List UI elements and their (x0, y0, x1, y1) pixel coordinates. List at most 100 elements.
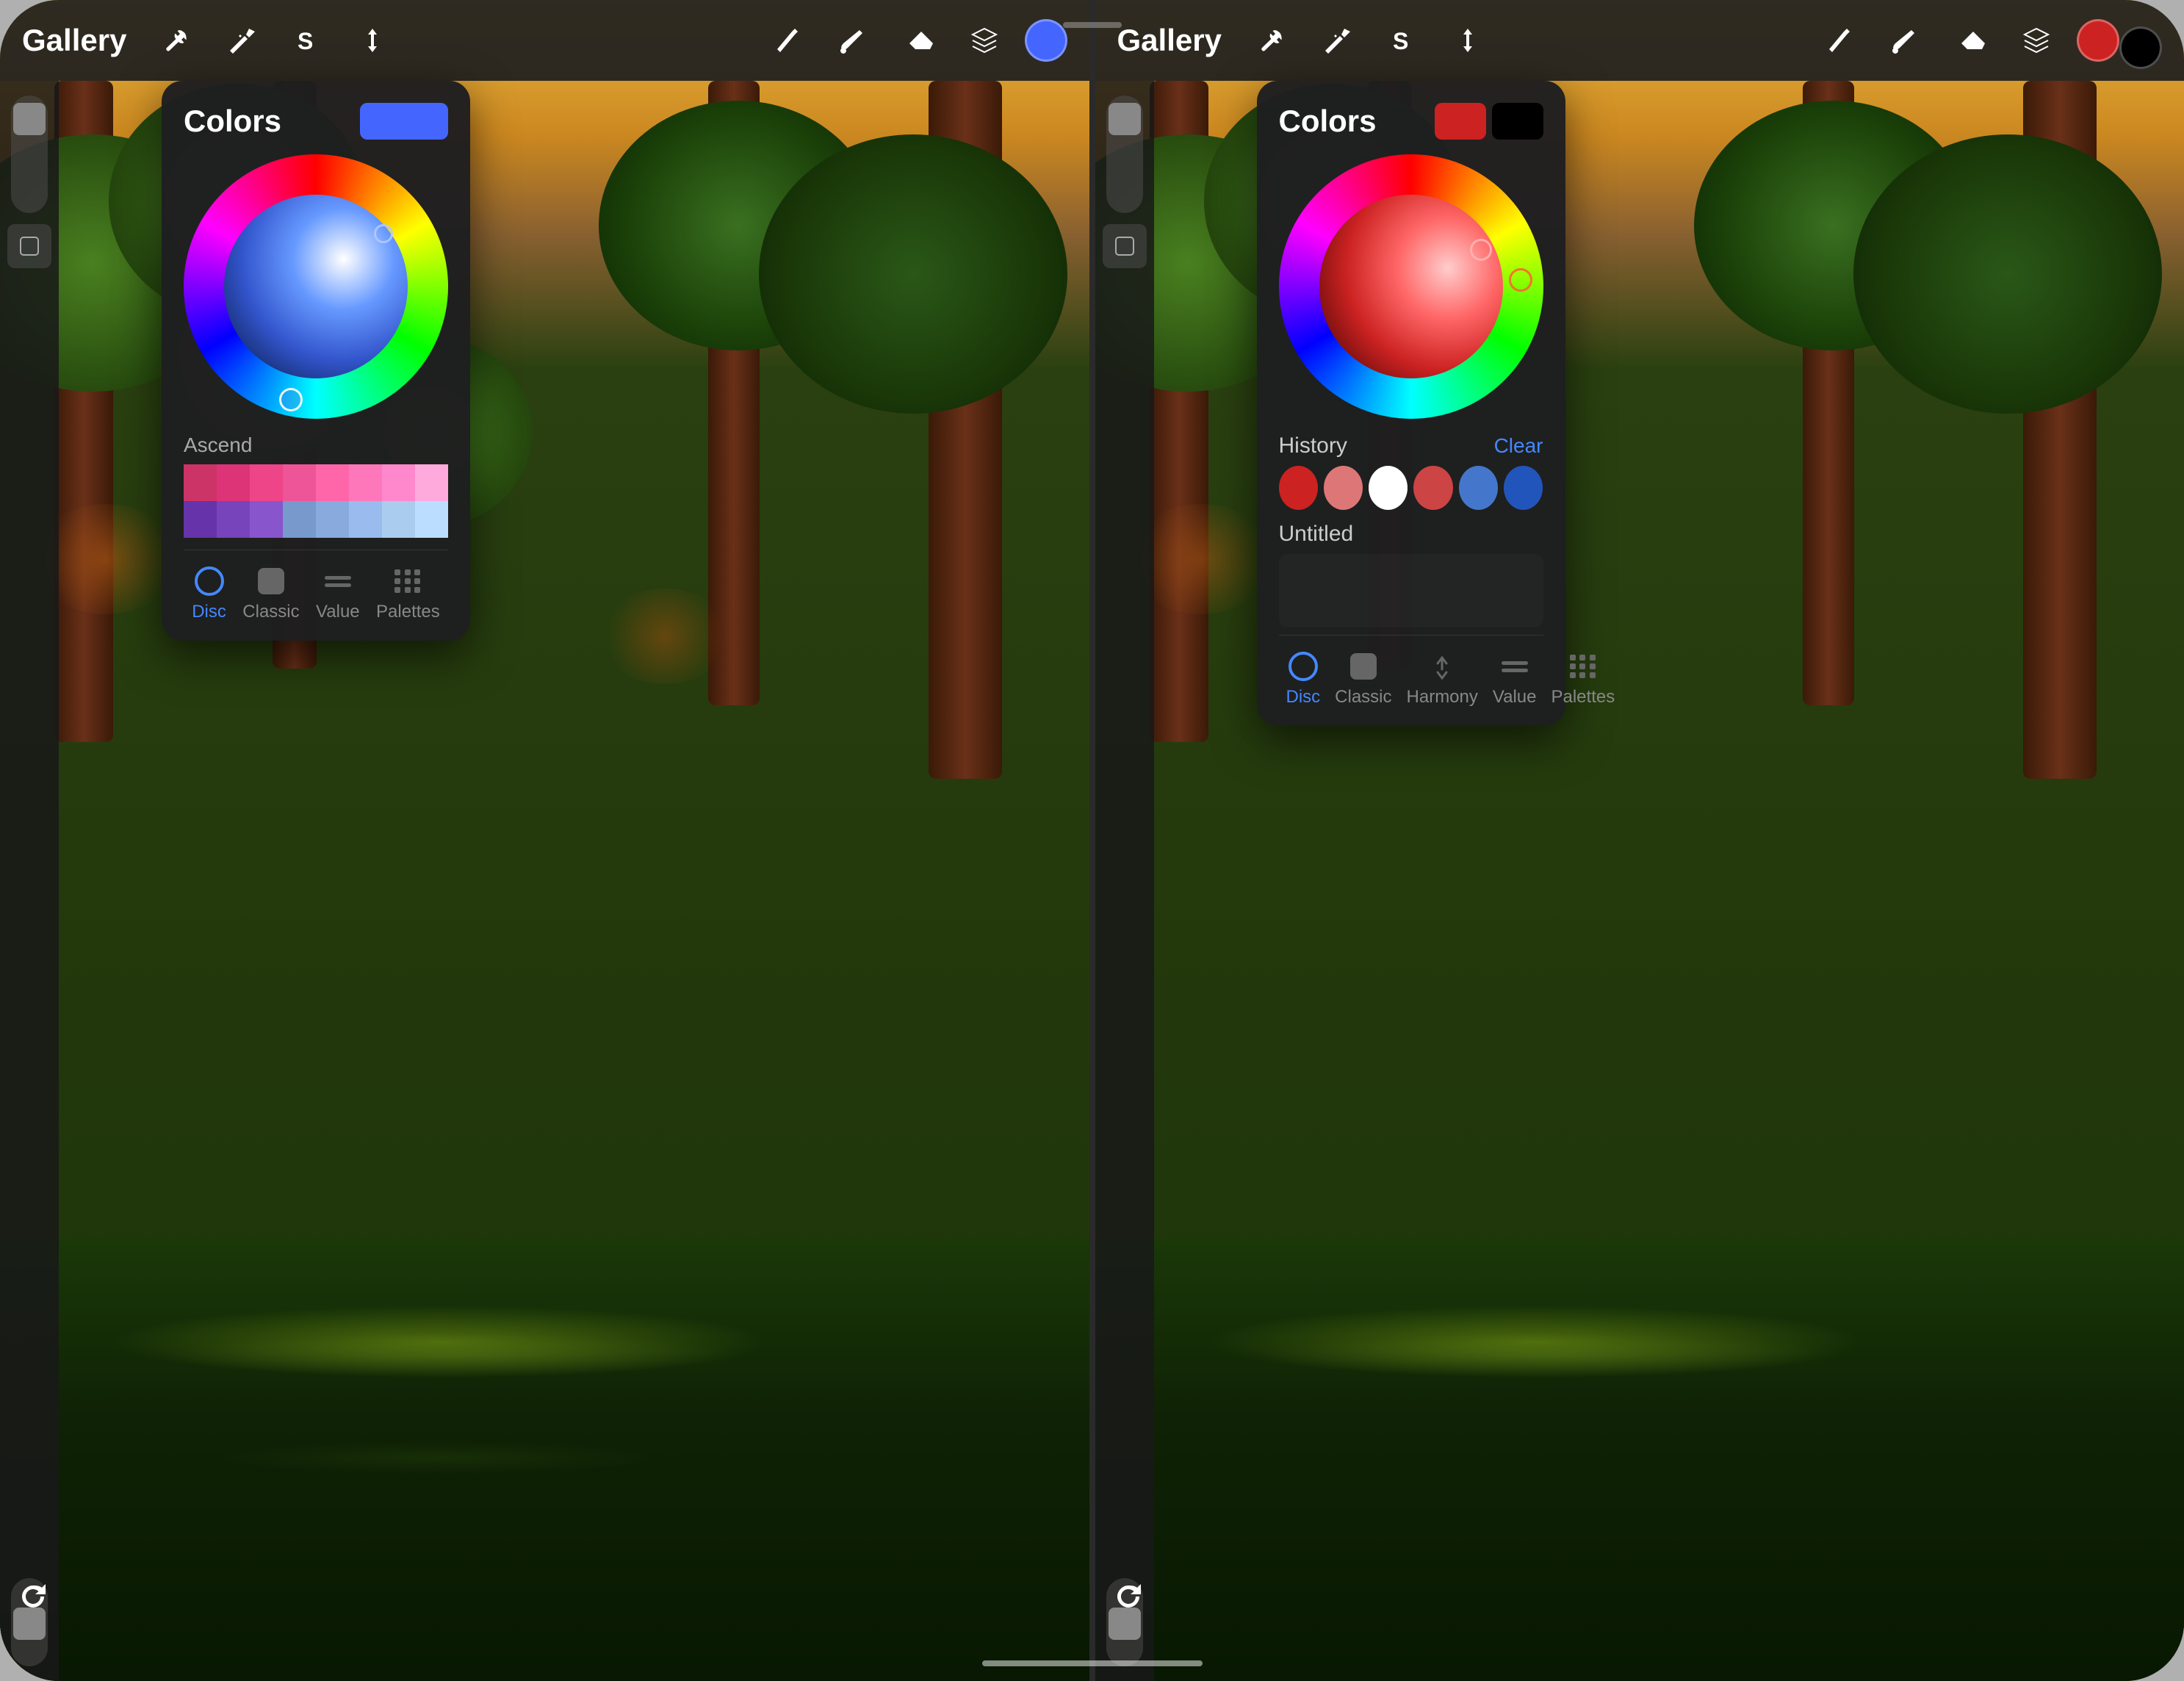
right-secondary-color-dot[interactable] (2119, 26, 2162, 69)
history-swatch-2[interactable] (1324, 466, 1363, 510)
left-eraser-btn[interactable] (893, 15, 944, 66)
swatch-12[interactable] (283, 501, 316, 538)
swatch-16[interactable] (415, 501, 448, 538)
right-layers-btn[interactable] (2011, 15, 2062, 66)
right-tab-palettes[interactable]: Palettes (1543, 646, 1622, 711)
right-tab-harmony-label: Harmony (1407, 687, 1478, 708)
swatch-10[interactable] (217, 501, 250, 538)
left-tab-classic[interactable]: Classic (235, 561, 306, 626)
left-brush-btn[interactable] (826, 15, 878, 66)
left-wrench-btn[interactable] (148, 15, 200, 66)
left-pen-btn[interactable] (760, 15, 812, 66)
right-clear-btn[interactable]: Clear (1494, 434, 1543, 458)
swatch-9[interactable] (184, 501, 217, 538)
right-side-tools (1095, 81, 1154, 1681)
swatch-5[interactable] (316, 464, 349, 501)
right-primary-color-dot[interactable] (2077, 19, 2119, 62)
home-indicator[interactable] (982, 1660, 1203, 1666)
left-color-dot[interactable] (1025, 19, 1067, 62)
left-brush-size-slider[interactable] (11, 96, 48, 213)
right-disc-circle (1289, 652, 1318, 681)
foliage-5 (759, 134, 1067, 414)
swatch-15[interactable] (382, 501, 415, 538)
left-palette-row-1[interactable] (184, 464, 448, 501)
left-color-wheel[interactable] (184, 154, 448, 419)
left-wheel-handle[interactable] (279, 388, 303, 411)
right-transform-btn[interactable] (1442, 15, 1493, 66)
right-pen-btn[interactable] (1812, 15, 1864, 66)
left-preview-swatch[interactable] (360, 103, 448, 140)
right-foliage-4 (1853, 134, 2162, 414)
swatch-4[interactable] (283, 464, 316, 501)
right-wand-btn[interactable] (1310, 15, 1361, 66)
left-palette-label: Ascend (184, 433, 448, 457)
right-smudge-btn[interactable]: S (1376, 15, 1427, 66)
swatch-6[interactable] (349, 464, 382, 501)
right-classic-icon (1347, 649, 1380, 683)
left-toolbar: Gallery S (0, 0, 1089, 81)
left-gallery-btn[interactable]: Gallery (22, 23, 126, 58)
right-wrench-btn[interactable] (1244, 15, 1295, 66)
right-classic-square (1350, 653, 1377, 680)
swatch-11[interactable] (250, 501, 283, 538)
left-square-tool[interactable] (7, 224, 51, 268)
left-tab-disc[interactable]: Disc (184, 561, 234, 626)
swatch-7[interactable] (382, 464, 415, 501)
swatch-8[interactable] (415, 464, 448, 501)
right-preview-primary[interactable] (1435, 103, 1486, 140)
left-color-preview[interactable] (360, 103, 448, 140)
right-wheel-inner[interactable] (1319, 195, 1503, 378)
right-color-preview[interactable] (1435, 103, 1543, 140)
history-swatch-3[interactable] (1369, 466, 1408, 510)
left-wand-btn[interactable] (215, 15, 266, 66)
right-panel-header: Colors (1279, 103, 1543, 140)
right-panel-tabs: Disc Classic (1279, 635, 1543, 711)
history-swatch-1[interactable] (1279, 466, 1318, 510)
left-disc-icon (192, 564, 226, 598)
right-tab-value[interactable]: Value (1485, 646, 1544, 711)
left-palette-row-2[interactable] (184, 501, 448, 538)
device-content: Gallery S (0, 0, 2184, 1681)
right-eraser-btn[interactable] (1945, 15, 1996, 66)
right-color-wheel[interactable] (1279, 154, 1543, 419)
left-panel-title: Colors (184, 104, 281, 139)
left-tab-value[interactable]: Value (309, 561, 367, 626)
right-preview-secondary[interactable] (1492, 103, 1543, 140)
left-undo-btn[interactable] (7, 1571, 59, 1622)
left-smudge-btn[interactable]: S (281, 15, 332, 66)
right-empty-palette[interactable] (1279, 554, 1543, 627)
right-tab-harmony[interactable]: Harmony (1399, 646, 1485, 711)
history-swatch-4[interactable] (1413, 466, 1452, 510)
right-wheel-handle[interactable] (1509, 268, 1532, 292)
svg-text:S: S (298, 28, 313, 54)
left-transform-btn[interactable] (347, 15, 398, 66)
right-canvas-panel[interactable]: Gallery S (1095, 0, 2184, 1681)
right-brush-btn[interactable] (1878, 15, 1930, 66)
right-tab-value-label: Value (1493, 687, 1537, 708)
right-tab-classic[interactable]: Classic (1327, 646, 1399, 711)
right-history-section: History Clear (1279, 433, 1543, 510)
left-canvas-panel[interactable]: Gallery S (0, 0, 1089, 1681)
warm-highlight-2 (599, 588, 731, 684)
swatch-13[interactable] (316, 501, 349, 538)
swatch-14[interactable] (349, 501, 382, 538)
right-brush-size-slider[interactable] (1106, 96, 1143, 213)
history-swatch-5[interactable] (1459, 466, 1498, 510)
left-wheel-inner[interactable] (224, 195, 408, 378)
history-swatch-6[interactable] (1504, 466, 1543, 510)
ground-accent (109, 1305, 770, 1378)
right-square-tool[interactable] (1103, 224, 1147, 268)
value-line-1 (325, 576, 351, 580)
right-gallery-btn[interactable]: Gallery (1117, 23, 1222, 58)
left-tab-palettes[interactable]: Palettes (369, 561, 447, 626)
right-value-icon (1498, 649, 1532, 683)
swatch-3[interactable] (250, 464, 283, 501)
right-undo-btn[interactable] (1103, 1571, 1154, 1622)
value-lines (325, 576, 351, 587)
right-tab-disc[interactable]: Disc (1279, 646, 1328, 711)
right-inner-handle[interactable] (1470, 239, 1492, 261)
swatch-1[interactable] (184, 464, 217, 501)
left-layers-btn[interactable] (959, 15, 1010, 66)
swatch-2[interactable] (217, 464, 250, 501)
left-inner-handle[interactable] (374, 224, 393, 243)
